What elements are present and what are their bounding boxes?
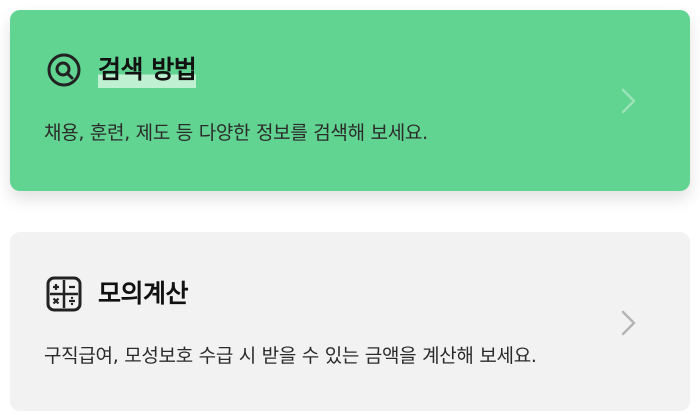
calculator-icon — [46, 276, 82, 312]
mock-calculation-title-row: 모의계산 — [46, 276, 189, 312]
search-icon — [46, 52, 82, 88]
chevron-right-icon — [620, 87, 638, 115]
search-method-title-row: 검색 방법 — [46, 52, 197, 88]
search-method-description: 채용, 훈련, 제도 등 다양한 정보를 검색해 보세요. — [44, 122, 428, 144]
mock-calculation-description: 구직급여, 모성보호 수급 시 받을 수 있는 금액을 계산해 보세요. — [44, 345, 537, 367]
chevron-right-icon — [620, 309, 638, 337]
mock-calculation-title: 모의계산 — [98, 279, 189, 308]
search-method-card[interactable]: 검색 방법 채용, 훈련, 제도 등 다양한 정보를 검색해 보세요. — [10, 10, 690, 191]
search-method-title: 검색 방법 — [98, 52, 197, 88]
mock-calculation-card[interactable]: 모의계산 구직급여, 모성보호 수급 시 받을 수 있는 금액을 계산해 보세요… — [10, 232, 690, 411]
